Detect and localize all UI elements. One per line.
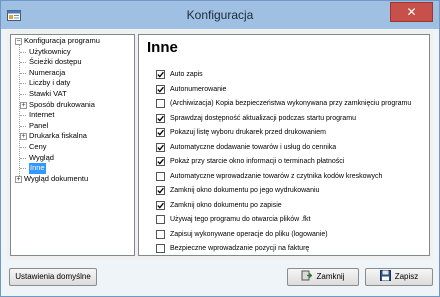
checkbox[interactable]: [156, 99, 165, 108]
close-icon: ✕: [406, 5, 417, 19]
tree-item[interactable]: Ceny: [11, 142, 134, 153]
defaults-button[interactable]: Ustawienia domyślne: [9, 268, 97, 286]
checkmark-icon: [157, 71, 164, 78]
tree-item[interactable]: Wygląd: [11, 153, 134, 164]
checkbox[interactable]: [156, 200, 165, 210]
checkbox[interactable]: [156, 70, 165, 79]
checkmark-icon: [157, 86, 164, 93]
tree-item-label: Inne: [29, 163, 46, 174]
checkbox[interactable]: [156, 84, 165, 94]
tree-item-label: Sposób drukowania: [29, 99, 95, 109]
option-label: Bezpieczne wprowadzanie pozycji na faktu…: [170, 245, 310, 252]
option-label: Pokaż przy starcie okno informacji o ter…: [170, 158, 345, 165]
tree-branch-line: [20, 51, 26, 53]
tree-item-label: Numeracja: [29, 67, 66, 77]
option-label: Używaj tego programu do otwarcia plików …: [170, 216, 311, 223]
tree-item-label: Wygląd dokumentu: [24, 173, 89, 183]
tree-item[interactable]: Liczby i daty: [11, 78, 134, 89]
tree-branch-line: [20, 93, 26, 95]
tree-item-label: Panel: [29, 120, 49, 130]
checkmark-icon: [157, 144, 164, 151]
tree-branch-line: [20, 72, 26, 74]
expand-icon[interactable]: +: [20, 101, 27, 109]
tree-item[interactable]: Użytkownicy: [11, 47, 134, 58]
collapse-icon[interactable]: −: [15, 38, 22, 45]
option-label: Pokazuj listę wyboru drukarek przed druk…: [170, 129, 327, 136]
checkmark-icon: [157, 115, 164, 122]
tree-item-label: Wygląd: [29, 152, 54, 162]
tree-item-label: Internet: [29, 110, 55, 120]
option-label: Zapisuj wykonywane operacje do pliku (lo…: [170, 230, 328, 238]
option-label: Zamknij okno dokumentu po jego wydrukowa…: [170, 187, 320, 194]
tree-branch-line: [20, 168, 26, 170]
tree-item[interactable]: Panel: [11, 121, 134, 132]
option-label: (Archiwizacja) Kopia bezpieczeństwa wyko…: [170, 100, 412, 107]
expand-icon[interactable]: +: [20, 133, 27, 141]
title-bar[interactable]: Konfiguracja ✕: [1, 1, 439, 29]
tree-item-label: Ceny: [29, 141, 47, 151]
close-door-icon: [301, 270, 313, 281]
close-button[interactable]: Zamknij: [287, 268, 359, 286]
option-label: Zamknij okno dokumentu po zapisie: [170, 201, 282, 209]
tree-item[interactable]: Ścieżki dostępu: [11, 57, 134, 68]
checkmark-icon: [157, 202, 164, 209]
tree-item[interactable]: + Drukarka fiskalna: [11, 131, 134, 142]
tree-item-label: Stawki VAT: [29, 88, 67, 98]
checkbox[interactable]: [156, 244, 165, 253]
tree-item[interactable]: − Konfiguracja programu: [11, 36, 134, 47]
checkbox[interactable]: [156, 171, 165, 181]
tree-item-label: Użytkownicy: [29, 46, 71, 56]
tree-item[interactable]: Numeracja: [11, 68, 134, 79]
tree-branch-line: [20, 83, 26, 85]
save-button[interactable]: Zapisz: [365, 268, 433, 286]
close-button-label: Zamknij: [316, 272, 345, 281]
expand-icon[interactable]: +: [15, 175, 22, 183]
tree-branch-line: [20, 146, 26, 148]
defaults-button-label: Ustawienia domyślne: [15, 272, 91, 281]
tree-branch-line: [20, 115, 26, 117]
tree-item[interactable]: Internet: [11, 110, 134, 121]
config-window: Konfiguracja ✕ − Konfiguracja programu Uży…: [0, 0, 440, 297]
option-label: Automatyczne wprowadzanie towarów z czyt…: [170, 172, 383, 180]
option-label: Autonumerowanie: [170, 85, 227, 93]
checkmark-icon: [157, 129, 164, 136]
window-close-button[interactable]: ✕: [390, 2, 433, 22]
checkbox[interactable]: [156, 113, 165, 123]
option-label: Automatyczne dodawanie towarów i usług d…: [170, 143, 337, 151]
option-label: Sprawdzaj dostępność aktualizacji podcza…: [170, 114, 356, 122]
tree-branch-line: [20, 157, 26, 159]
checkbox[interactable]: [156, 215, 165, 224]
tree-item[interactable]: + Sposób drukowania: [11, 100, 134, 111]
dialog-body: − Konfiguracja programu Użytkownicy Ścieżki…: [7, 30, 433, 260]
checkbox[interactable]: [156, 229, 165, 239]
window-title: Konfiguracja: [186, 8, 254, 22]
checkmark-icon: [157, 187, 164, 194]
checkbox[interactable]: [156, 142, 165, 152]
checkmark-icon: [157, 158, 164, 165]
tree-item-label: Drukarka fiskalna: [29, 131, 87, 141]
tree-item-label: Konfiguracja programu: [24, 36, 100, 45]
tree-branch-line: [20, 125, 26, 127]
tree-item-label: Liczby i daty: [29, 78, 71, 88]
checkbox[interactable]: [156, 186, 165, 195]
tree-branch-line: [20, 62, 26, 64]
settings-tree[interactable]: − Konfiguracja programu Użytkownicy Ścieżki…: [10, 34, 135, 256]
settings-panel: Inne Auto zapis Autonumerowanie (Archiwiza…: [138, 34, 430, 256]
floppy-disk-icon: [379, 270, 391, 282]
save-button-label: Zapisz: [394, 272, 419, 281]
tree-item[interactable]: + Wygląd dokumentu: [11, 174, 134, 185]
tree-item-label: Ścieżki dostępu: [29, 57, 82, 67]
tree-item[interactable]: Inne: [11, 163, 134, 174]
checkbox[interactable]: [156, 128, 165, 137]
option-label: Auto zapis: [170, 71, 203, 78]
tree-item[interactable]: Stawki VAT: [11, 89, 134, 100]
panel-title: Inne: [147, 39, 178, 56]
checkbox[interactable]: [156, 157, 165, 166]
